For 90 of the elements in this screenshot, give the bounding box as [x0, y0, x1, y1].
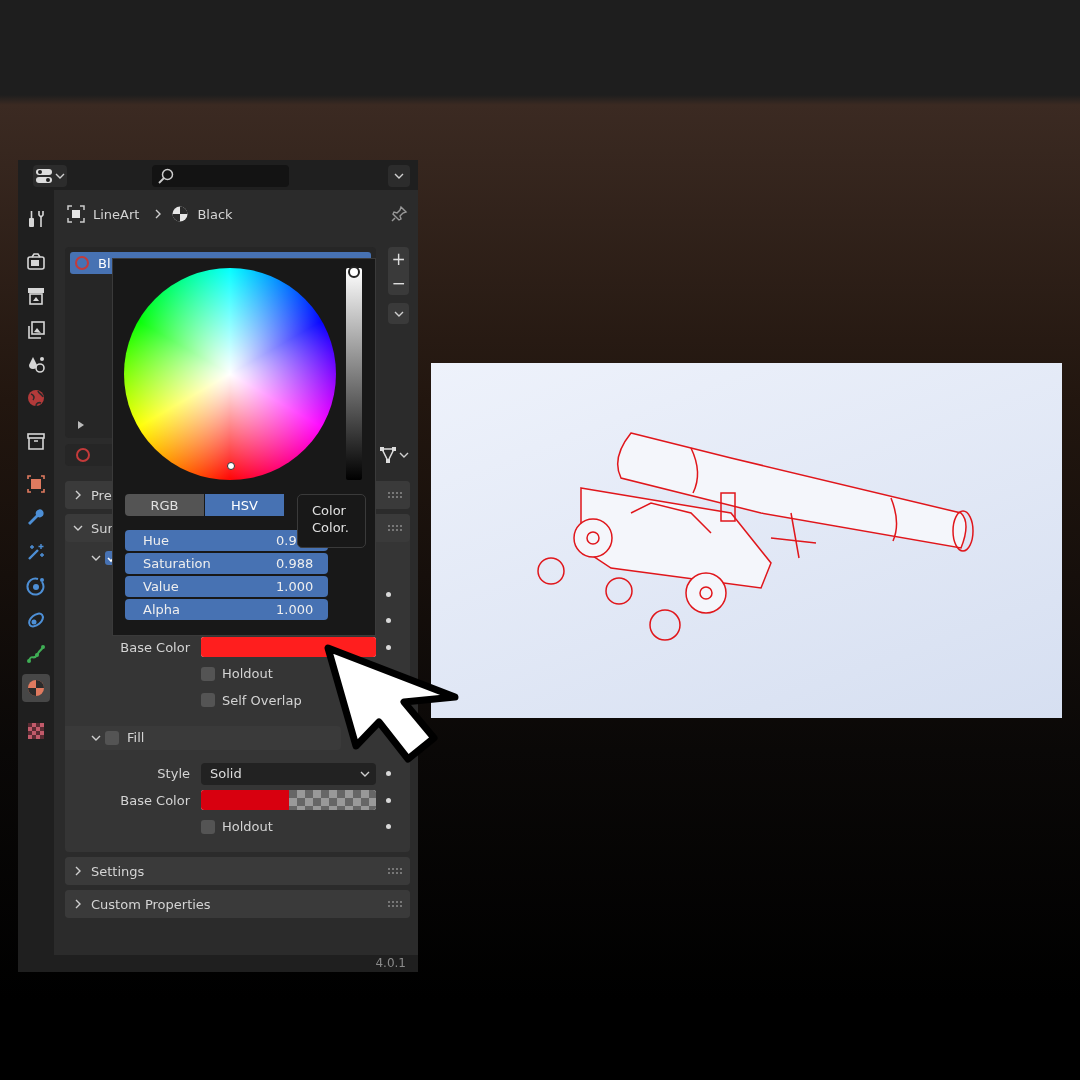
breadcrumb-label: LineArt [93, 206, 140, 222]
property-label: Style [156, 766, 191, 782]
expand-caret-icon [91, 553, 101, 563]
slider-thumb[interactable] [348, 266, 360, 278]
pin-icon [390, 205, 408, 223]
checkbox-label: Holdout [222, 819, 273, 835]
keyframe-dot-icon[interactable] [386, 824, 391, 830]
material-slot-name: Bl [98, 255, 111, 271]
checkbox[interactable] [201, 819, 215, 834]
field-label: Hue [143, 533, 170, 548]
search-field[interactable] [152, 165, 289, 187]
add-slot-button[interactable]: + [388, 247, 409, 271]
breadcrumb-label: Black [197, 206, 233, 222]
panel-header[interactable]: Settings [65, 857, 410, 885]
node-triangle-icon [379, 446, 397, 464]
box-icon [26, 431, 46, 451]
field-value: 1.000 [276, 579, 314, 594]
panel-title: Pre [91, 487, 112, 503]
tooltip-text: Color [312, 502, 347, 519]
panel-title: Sur [91, 520, 113, 536]
field-label: Saturation [143, 556, 212, 571]
collapse-caret-icon [73, 899, 83, 909]
panel-header[interactable]: Custom Properties [65, 890, 410, 918]
material-ball-icon [171, 205, 190, 223]
style-dropdown[interactable]: Solid [201, 762, 376, 785]
checker-icon [26, 721, 46, 741]
value-slider[interactable] [346, 268, 362, 480]
square-icon [26, 474, 46, 494]
color-swatch[interactable] [201, 637, 376, 658]
resize-triangle-icon [77, 421, 85, 429]
orbit-icon [26, 576, 46, 596]
material-ring-icon [75, 447, 91, 463]
editor-type-button[interactable] [33, 165, 67, 187]
keyframe-dot-icon[interactable] [386, 591, 391, 597]
subpanel-checkbox[interactable] [105, 730, 119, 745]
field-value: 1.000 [276, 602, 314, 617]
wrench-screwdriver-icon [26, 209, 46, 229]
color-mode-tab[interactable]: HSV [205, 494, 284, 516]
number-field[interactable]: Value 1.000 [125, 576, 328, 597]
color-mode-tab[interactable]: RGB [125, 494, 204, 516]
number-field[interactable]: Saturation 0.988 [125, 553, 328, 574]
keyframe-dot-icon[interactable] [386, 771, 391, 777]
color-swatch[interactable] [201, 790, 376, 811]
slot-menu-button[interactable] [388, 303, 409, 324]
checkbox[interactable] [201, 693, 215, 708]
checkbox-label: Holdout [222, 666, 273, 682]
keyframe-dot-icon[interactable] [386, 618, 391, 624]
collapse-caret-icon [73, 866, 83, 876]
node-tree-button[interactable] [378, 444, 410, 466]
keyframe-dot-icon[interactable] [386, 644, 391, 650]
droplet-sphere-icon [26, 354, 46, 374]
version-label: 4.0.1 [375, 956, 406, 970]
field-label: Value [143, 579, 180, 594]
property-label: Base Color [119, 792, 191, 808]
drag-grip-icon [388, 524, 402, 532]
drag-grip-icon [388, 900, 402, 908]
subpanel-title: Fill [127, 730, 145, 745]
field-value: 0.988 [276, 556, 314, 571]
object-square-icon [67, 205, 85, 223]
panel-title: Settings [91, 863, 145, 879]
number-field[interactable]: Alpha 1.000 [125, 599, 328, 620]
checkbox[interactable] [201, 666, 215, 681]
drag-grip-icon [388, 491, 402, 499]
subpanel-header[interactable]: Fill [65, 725, 341, 750]
sparkle-wand-icon [26, 542, 46, 562]
material-ring-icon [74, 255, 90, 271]
field-label: Alpha [143, 602, 181, 617]
globe-icon [26, 388, 46, 408]
curve-icon [26, 644, 46, 664]
drag-grip-icon [388, 867, 402, 875]
expand-caret-icon [399, 450, 409, 460]
image-stack-icon [26, 320, 46, 340]
printer-icon [26, 286, 46, 306]
collapse-caret-icon [73, 490, 83, 500]
expand-caret-icon [55, 171, 65, 181]
keyframe-dot-icon[interactable] [386, 797, 391, 803]
field-value: 0.9 [276, 533, 297, 548]
material-ball-icon [26, 678, 46, 698]
property-label: Base Color [119, 639, 191, 655]
properties-tab[interactable] [22, 674, 50, 702]
expand-caret-icon [394, 171, 404, 181]
remove-slot-button[interactable]: − [388, 271, 409, 295]
wheel-marker-icon [227, 462, 235, 470]
toggle-switches-icon [35, 168, 53, 184]
options-dropdown-button[interactable] [388, 165, 410, 187]
panel-title: Custom Properties [91, 896, 211, 912]
checkbox-label: Self Overlap [222, 692, 302, 708]
expand-caret-icon [73, 523, 83, 533]
camera-icon [26, 252, 46, 272]
search-icon [158, 168, 174, 184]
